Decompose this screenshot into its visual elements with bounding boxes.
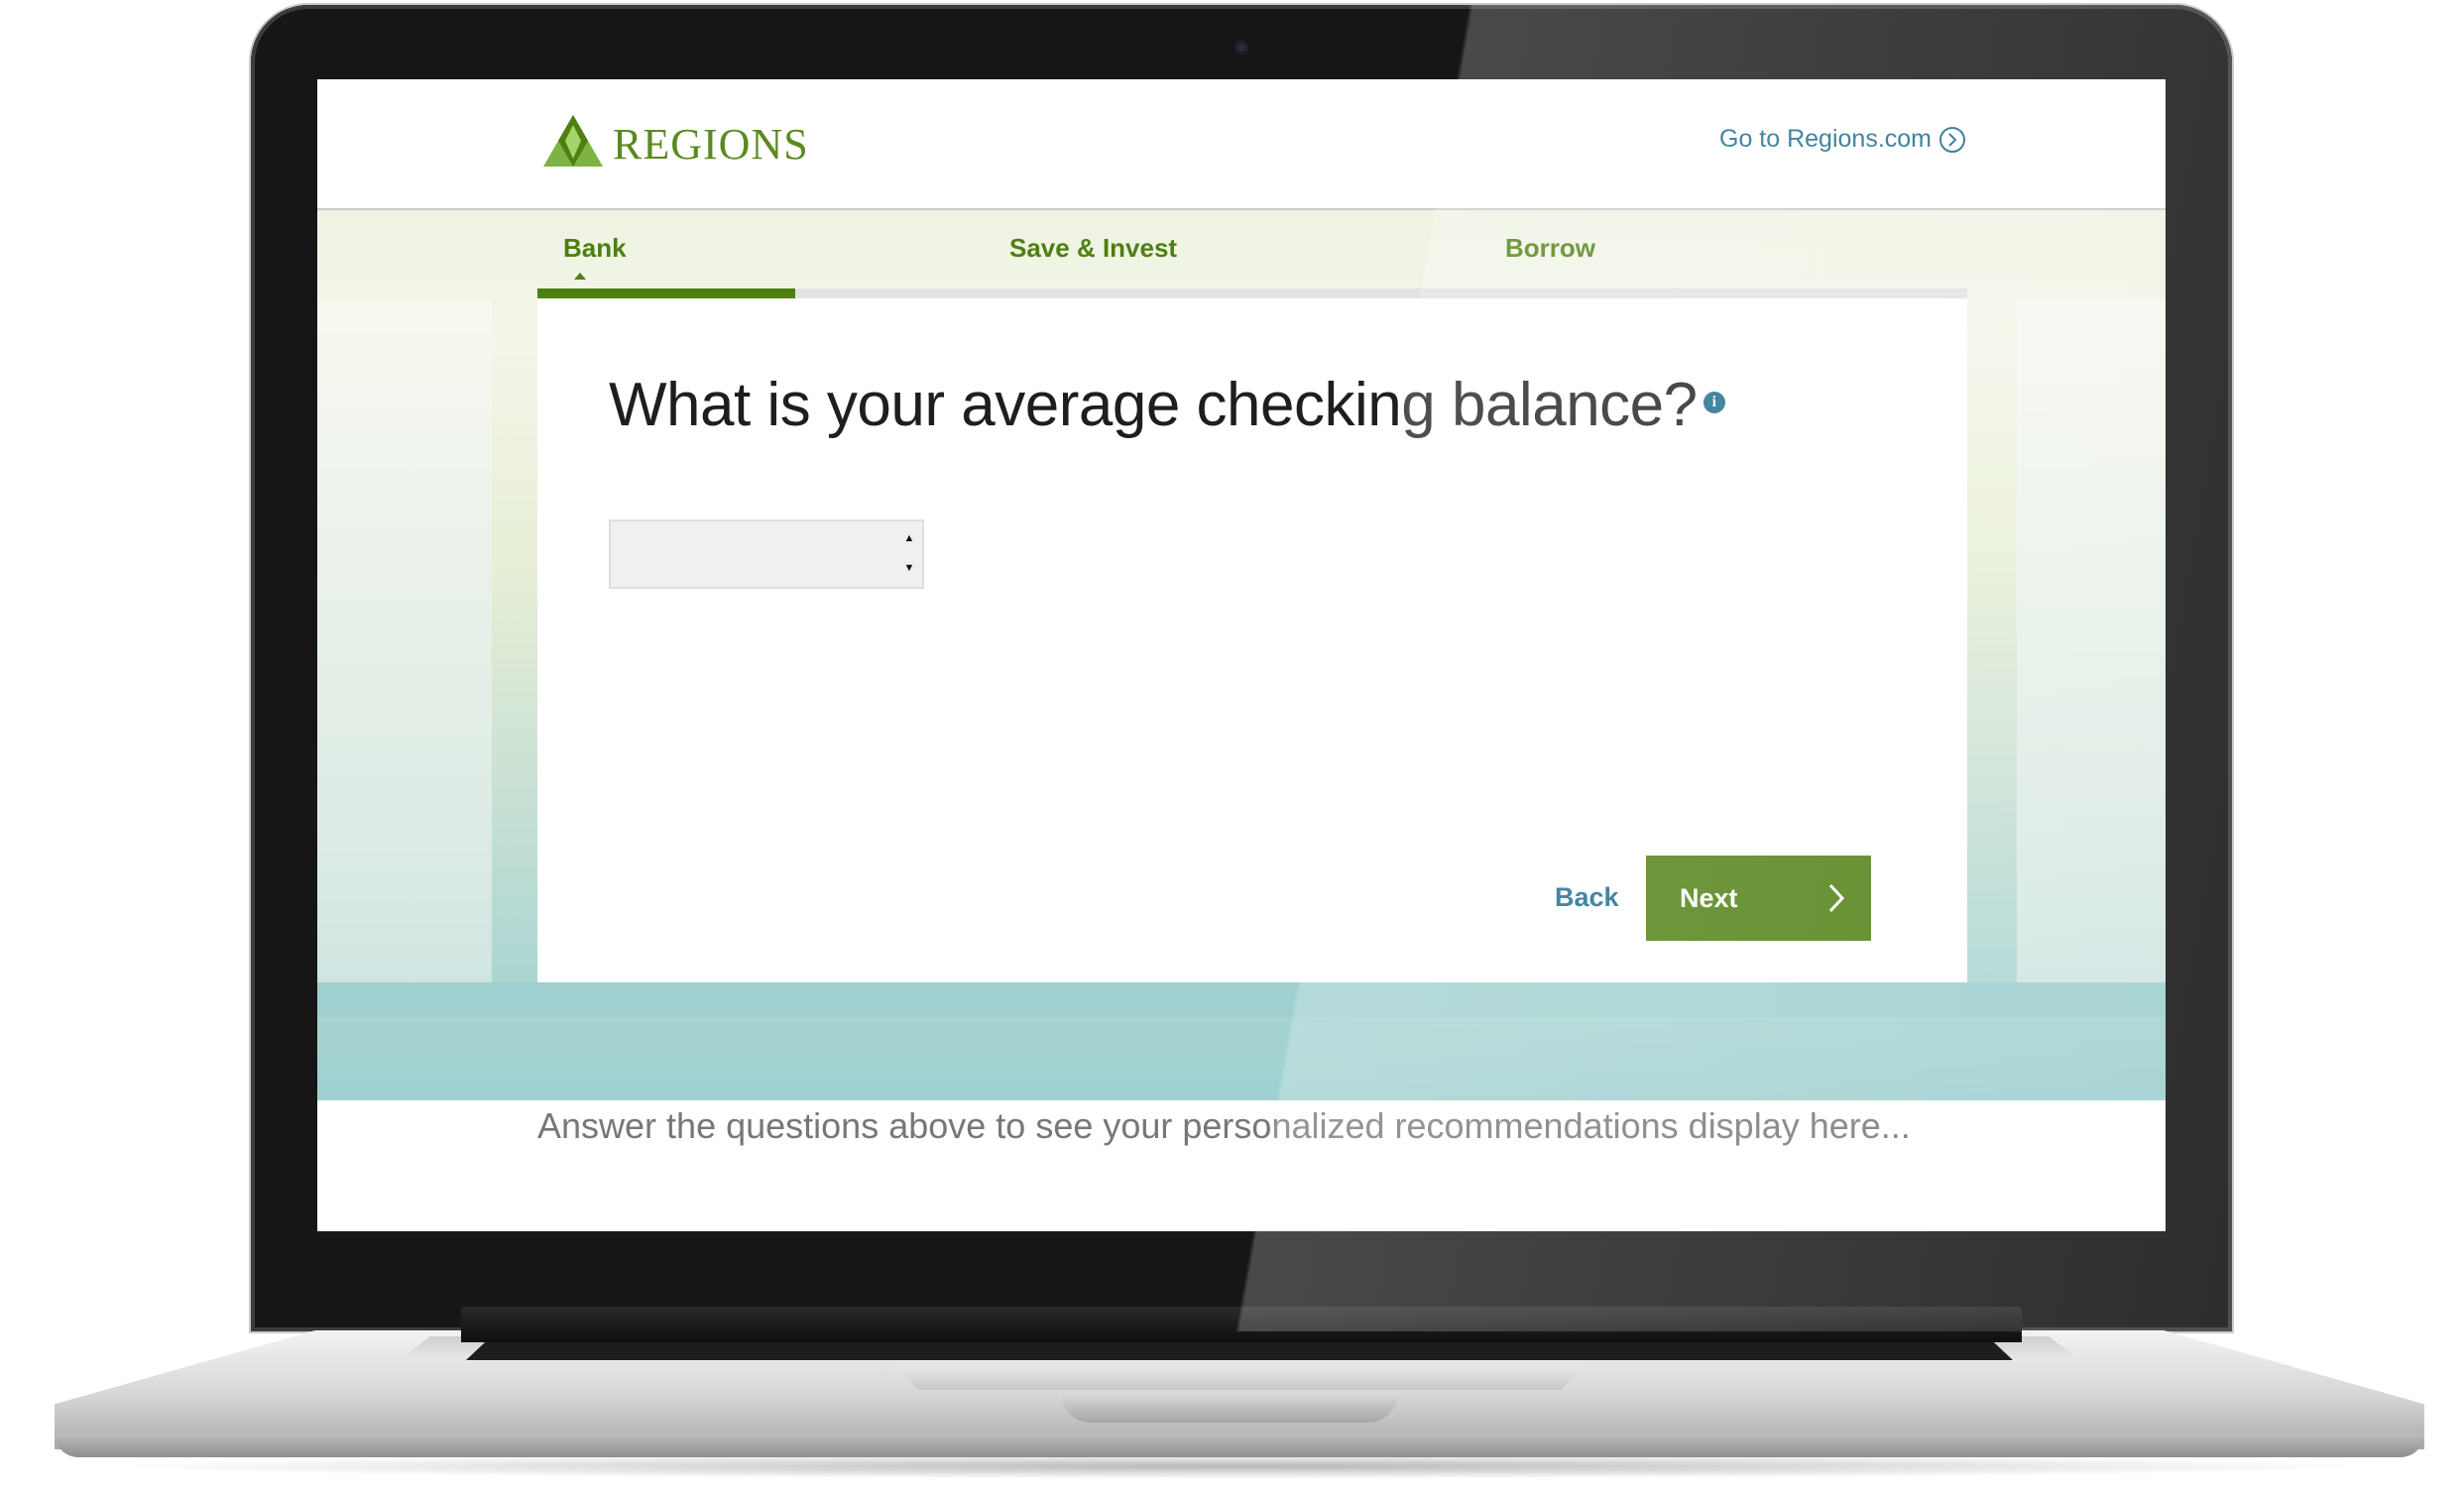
stepper-down-icon[interactable]: ▼ [902,561,916,575]
chevron-right-icon [1828,883,1845,913]
back-button[interactable]: Back [1555,882,1619,913]
go-to-regions-label: Go to Regions.com [1719,125,1932,153]
balance-input[interactable] [611,521,888,587]
webcam [1234,41,1248,55]
regions-logo[interactable]: REGIONS [543,115,809,167]
chevron-right-circle-icon [1939,126,1965,153]
progress-fill [537,288,795,298]
progress-bar [537,288,1967,298]
tab-save-invest[interactable]: Save & Invest [1009,233,1177,264]
stepper-up-icon[interactable]: ▲ [902,531,916,545]
active-tab-caret [574,273,586,280]
logo-wordmark: REGIONS [613,120,809,169]
recommendations-placeholder: Answer the questions above to see your p… [537,1105,1911,1146]
category-tabs: Bank Save & Invest Borrow [537,211,1967,281]
tab-bank[interactable]: Bank [563,233,627,264]
site-header: REGIONS Go to Regions.com [317,79,2166,210]
go-to-regions-link[interactable]: Go to Regions.com [1719,125,1965,154]
next-button-label: Next [1680,882,1738,913]
left-decor-pane [317,299,492,983]
screen: REGIONS Go to Regions.com Bank Save & In… [317,79,2166,1231]
info-icon[interactable]: i [1702,392,1725,413]
question-card: What is your average checking balance? i… [537,298,1967,982]
trackpad-edge [897,1366,1582,1390]
laptop-hinge [461,1307,2022,1342]
laptop-base-front [55,1433,2424,1457]
question-heading: What is your average checking balance? i [609,370,1725,440]
teal-band [317,982,2166,1017]
right-decor-pane [2017,299,2166,983]
balance-stepper[interactable]: ▲ ▼ [609,519,924,589]
next-button[interactable]: Next [1646,856,1871,941]
laptop-notch [1061,1393,1398,1423]
tab-borrow[interactable]: Borrow [1505,233,1595,264]
regions-pyramid-icon [543,115,603,167]
question-text: What is your average checking balance? [609,371,1698,439]
